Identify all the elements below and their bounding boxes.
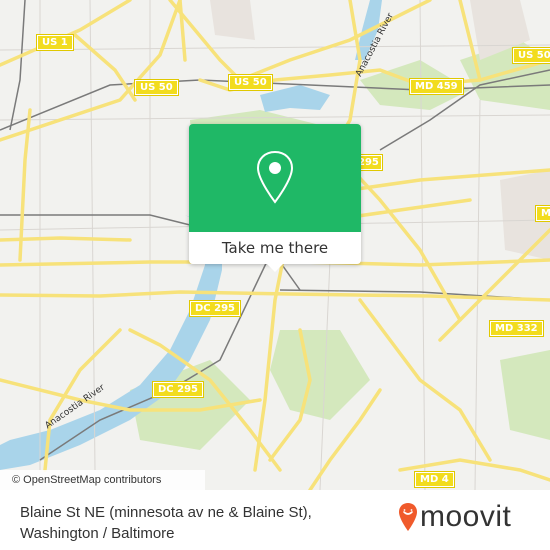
footer: Blaine St NE (minnesota av ne & Blaine S… (0, 490, 550, 550)
route-shield-dc295: DC 295 (189, 300, 241, 317)
route-shield-us1: US 1 (36, 34, 74, 51)
route-shield-us50: US 50 (228, 74, 273, 91)
route-shield-md: MD (534, 205, 550, 222)
route-shield-md332: MD 332 (489, 320, 544, 337)
popup-pointer (267, 264, 283, 272)
route-shield-md459: MD 459 (409, 78, 464, 95)
moovit-pin-icon (399, 503, 417, 531)
route-shield-us50: US 50 (134, 79, 179, 96)
popup-header (189, 124, 361, 232)
moovit-logo[interactable]: moovit (398, 500, 511, 534)
route-shield-md4: MD 4 (414, 471, 455, 488)
location-name: Blaine St NE (minnesota av ne & Blaine S… (20, 504, 312, 521)
location-title: Blaine St NE (minnesota av ne & Blaine S… (20, 502, 312, 544)
route-shield-dc295: DC 295 (152, 381, 204, 398)
route-shield-us50: US 50 (512, 47, 550, 64)
take-me-there-button[interactable]: Take me there (189, 232, 361, 264)
location-pin-icon (256, 150, 294, 204)
moovit-wordmark: moovit (420, 500, 512, 533)
location-region: Washington / Baltimore (20, 525, 175, 542)
destination-popup: Take me there (189, 124, 361, 272)
map-attribution[interactable]: © OpenStreetMap contributors (0, 470, 205, 490)
